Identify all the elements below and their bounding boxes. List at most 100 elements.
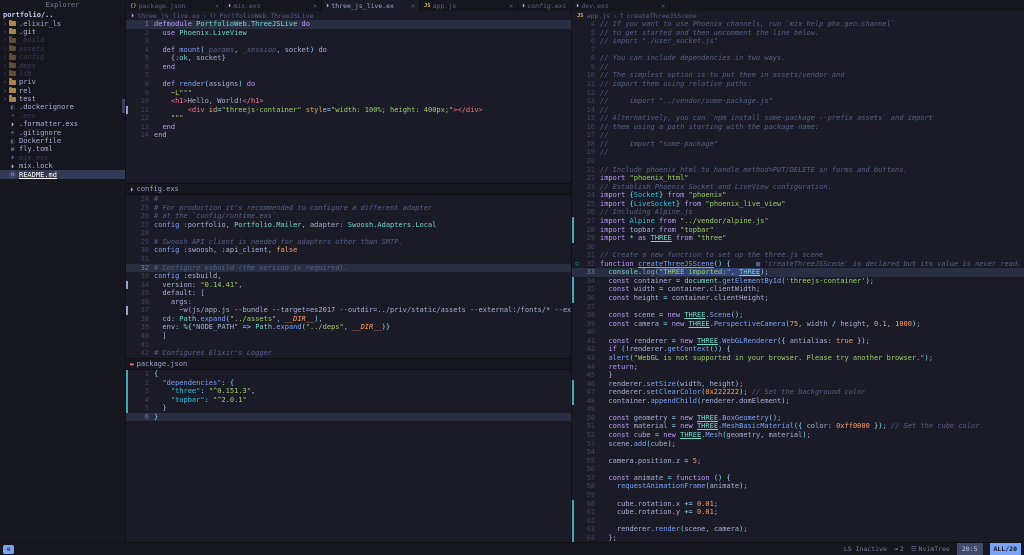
code-line[interactable]: 22 import "phoenix_html" bbox=[572, 174, 1024, 183]
code-line[interactable]: 46 renderer.setSize(width, height); bbox=[572, 379, 1024, 389]
code-line[interactable]: 2 "dependencies": { bbox=[126, 378, 571, 388]
code-line[interactable]: 24 import {Socket} from "phoenix" bbox=[572, 191, 1024, 200]
code-line[interactable]: 45 } bbox=[572, 371, 1024, 380]
code-line[interactable]: 25 # For production it's recommended to c… bbox=[126, 204, 571, 213]
code-line[interactable]: 3 "three": "^0.151.3", bbox=[126, 387, 571, 396]
code-line[interactable]: 24 # bbox=[126, 195, 571, 204]
tree-file-fly.toml[interactable]: ⚙ fly.toml bbox=[0, 145, 125, 153]
code-line[interactable]: 11 // import them using relative paths: bbox=[572, 80, 1024, 89]
code-line[interactable]: 53 scene.add(cube); bbox=[572, 440, 1024, 449]
editor-three-js-live[interactable]: 1 defmodule PortfolioWeb.ThreeJSLive do 2 … bbox=[126, 20, 571, 183]
code-line[interactable]: 23 // Establish Phoenix Socket and LiveVi… bbox=[572, 183, 1024, 192]
code-line[interactable]: 31 bbox=[126, 255, 571, 264]
code-line[interactable]: 34 const container = document.getElement… bbox=[572, 276, 1024, 286]
code-line[interactable]: 50 const geometry = new THREE.BoxGeometr… bbox=[572, 414, 1024, 423]
code-line[interactable]: 14 // bbox=[572, 106, 1024, 115]
code-line[interactable]: 4 // If you want to use Phoenix channels,… bbox=[572, 20, 1024, 29]
code-line[interactable]: 64 }; bbox=[572, 533, 1024, 542]
code-line[interactable]: 54 bbox=[572, 448, 1024, 457]
tree-file-.dockerignore[interactable]: ◧ .dockerignore bbox=[0, 103, 125, 111]
code-line[interactable]: 40 bbox=[572, 328, 1024, 337]
tree-file-Dockerfile[interactable]: ◧ Dockerfile bbox=[0, 137, 125, 145]
code-line[interactable]: 62 bbox=[572, 516, 1024, 526]
tree-folder-assets[interactable]: › assets bbox=[0, 44, 125, 53]
tab-app.js[interactable]: JS app.js × bbox=[420, 0, 518, 11]
code-line[interactable]: 4 "topbar": "^2.0.1" bbox=[126, 395, 571, 405]
code-line[interactable]: 41 const renderer = new THREE.WebGLRende… bbox=[572, 337, 1024, 346]
code-line[interactable]: 10 // The simplest option is to put them … bbox=[572, 71, 1024, 80]
breadcrumb-symbol[interactable]: PortfolioWeb.ThreeJSLive bbox=[219, 12, 313, 20]
code-line[interactable]: 42 if (!renderer.getContext()) { bbox=[572, 345, 1024, 354]
breadcrumb-file[interactable]: app.js bbox=[587, 12, 610, 20]
tree-file-mix.exs[interactable]: ◗ mix.exs bbox=[0, 154, 125, 162]
code-line[interactable]: 48 container.appendChild(renderer.domEle… bbox=[572, 396, 1024, 406]
editor-config-exs[interactable]: 24 #25 # For production it's recommended t… bbox=[126, 195, 571, 358]
code-line[interactable]: 33 config :esbuild, bbox=[126, 272, 571, 281]
code-line[interactable]: 58 requestAnimationFrame(animate); bbox=[572, 482, 1024, 491]
code-line[interactable]: 7 bbox=[572, 46, 1024, 55]
code-line[interactable]: 9 ~L""" bbox=[126, 89, 571, 98]
code-line[interactable]: 1{ bbox=[126, 370, 571, 379]
code-line[interactable]: 8 // You can include dependencies in two … bbox=[572, 54, 1024, 63]
code-line[interactable]: 27 config :portfolio, Portfolio.Mailer, a… bbox=[126, 221, 571, 230]
code-line[interactable]: 37 ~w(js/app.js --bundle --target=es2017… bbox=[126, 306, 571, 315]
breadcrumb-file[interactable]: three_js_live.ex bbox=[137, 12, 200, 20]
tree-folder-test[interactable]: › test bbox=[0, 95, 125, 103]
code-line[interactable]: 63 renderer.render(scene, camera); bbox=[572, 525, 1024, 534]
code-line[interactable]: ○ 32 function createThreeJSScene() { ■ 'cr… bbox=[572, 260, 1024, 269]
code-line[interactable]: 29 # Swoosh API client is needed for adap… bbox=[126, 238, 571, 247]
code-line[interactable]: 12 // bbox=[572, 89, 1024, 98]
close-icon[interactable]: × bbox=[313, 2, 317, 10]
code-line[interactable]: 16 // them using a path starting with the… bbox=[572, 123, 1024, 132]
tree-folder-config[interactable]: › config bbox=[0, 53, 125, 61]
tree-file-.gitignore[interactable]: ◈ .gitignore bbox=[0, 128, 125, 137]
code-line[interactable]: 27 import Alpine from "../vendor/alpine.j… bbox=[572, 216, 1024, 226]
code-line[interactable]: 21 // Include phoenix_html to handle meth… bbox=[572, 166, 1024, 175]
code-line[interactable]: 35 default: [ bbox=[126, 289, 571, 298]
code-line[interactable]: 5 // to get started and then uncomment th… bbox=[572, 29, 1024, 38]
code-line[interactable]: 28 import topbar from "topbar" bbox=[572, 225, 1024, 235]
code-line[interactable]: 38 const scene = new THREE.Scene(); bbox=[572, 311, 1024, 320]
code-line[interactable]: 56 bbox=[572, 465, 1024, 474]
close-icon[interactable]: × bbox=[661, 2, 665, 10]
code-line[interactable]: 30 config :swoosh, :api_client, false bbox=[126, 246, 571, 255]
code-line[interactable]: 44 return; bbox=[572, 363, 1024, 372]
tab-mix.exs[interactable]: ◗ mix.exs × bbox=[224, 0, 322, 11]
tree-folder-deps[interactable]: › deps bbox=[0, 61, 125, 70]
code-line[interactable]: 25 import {LiveSocket} from "phoenix_live… bbox=[572, 200, 1024, 209]
code-line[interactable]: 6} bbox=[126, 412, 571, 422]
breadcrumb-symbol[interactable]: createThreeJSScene bbox=[626, 12, 696, 20]
code-line[interactable]: 33 console.log("THREE imported:", THREE)… bbox=[572, 268, 1024, 277]
code-line[interactable]: 1 defmodule PortfolioWeb.ThreeJSLive do bbox=[126, 20, 571, 29]
code-line[interactable]: 13 // import "../vendor/some-package.js" bbox=[572, 97, 1024, 106]
code-line[interactable]: 29 import * as THREE from "three" bbox=[572, 234, 1024, 243]
code-line[interactable]: 17 // bbox=[572, 131, 1024, 140]
code-line[interactable]: 9 // bbox=[572, 63, 1024, 72]
tree-folder-.git[interactable]: › .git bbox=[0, 27, 125, 36]
code-line[interactable]: 43 alert("WebGL is not supported in your… bbox=[572, 354, 1024, 363]
code-line[interactable]: 19 // bbox=[572, 148, 1024, 157]
code-line[interactable]: 26 # at the `config/runtime.exs`. bbox=[126, 212, 571, 221]
code-line[interactable]: 2 use Phoenix.LiveView bbox=[126, 29, 571, 38]
code-line[interactable]: 15 // Alternatively, you can `npm install… bbox=[572, 114, 1024, 123]
code-line[interactable]: 14 end bbox=[126, 131, 571, 140]
tree-file-.formatter.exs[interactable]: ◗ .formatter.exs bbox=[0, 120, 125, 128]
code-line[interactable]: 38 cd: Path.expand("../assets", __DIR__)… bbox=[126, 315, 571, 324]
code-line[interactable]: 26 // Including Alpine.js bbox=[572, 208, 1024, 217]
code-line[interactable]: 35 const width = container.clientWidth; bbox=[572, 285, 1024, 294]
editor-package-json[interactable]: 1{2 "dependencies": {3 "three": "^0.151.… bbox=[126, 370, 571, 422]
code-line[interactable]: 52 const cube = new THREE.Mesh(geometry,… bbox=[572, 431, 1024, 440]
code-line[interactable]: 5 } bbox=[126, 404, 571, 413]
tree-file-mix.lock[interactable]: ◗ mix.lock bbox=[0, 162, 125, 170]
code-line[interactable]: 60 cube.rotation.x += 0.01; bbox=[572, 499, 1024, 509]
code-line[interactable]: 7 bbox=[126, 71, 571, 80]
code-line[interactable]: 13 end bbox=[126, 123, 571, 132]
tree-root[interactable]: portfolio/.. bbox=[0, 11, 125, 19]
code-line[interactable]: 47 renderer.setClearColor(0x222222); // … bbox=[572, 388, 1024, 397]
code-line[interactable]: 41 bbox=[126, 341, 571, 350]
tab-dev.exs[interactable]: ◗ dev.exs × bbox=[572, 0, 670, 11]
code-line[interactable]: 42 # Configures Elixir's Logger bbox=[126, 349, 571, 358]
tree-folder-_build[interactable]: › _build bbox=[0, 36, 125, 44]
close-icon[interactable]: × bbox=[509, 2, 513, 10]
code-line[interactable]: 8 def render(assigns) do bbox=[126, 80, 571, 89]
